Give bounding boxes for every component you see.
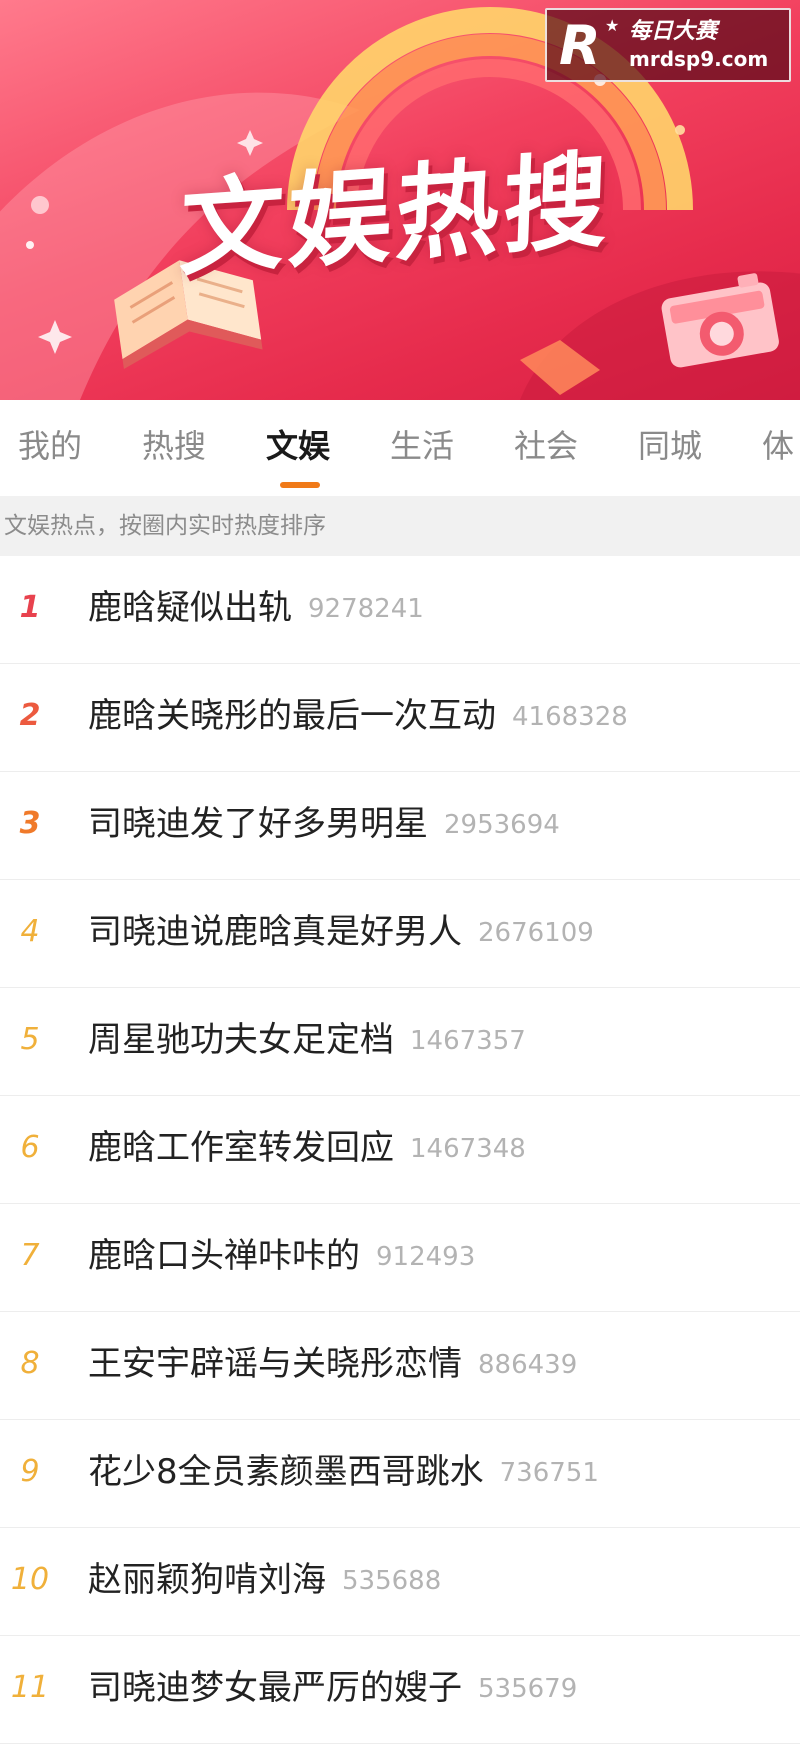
topic-text: 鹿晗工作室转发回应 1467348 bbox=[88, 1125, 526, 1172]
heat-count: 912493 bbox=[376, 1242, 476, 1272]
star-icon: ★ bbox=[605, 16, 620, 35]
topic-title: 司晓迪说鹿晗真是好男人 bbox=[88, 912, 462, 952]
list-item[interactable]: 9 花少8全员素颜墨西哥跳水 736751 bbox=[0, 1420, 800, 1528]
tab-society[interactable]: 社会 bbox=[514, 424, 578, 468]
topic-text: 王安宇辟谣与关晓彤恋情 886439 bbox=[88, 1341, 577, 1388]
topic-text: 花少8全员素颜墨西哥跳水 736751 bbox=[88, 1449, 599, 1496]
heat-count: 4168328 bbox=[512, 702, 628, 732]
ranking-hint: 文娱热点，按圈内实时热度排序 bbox=[4, 513, 326, 539]
watermark-url: mrdsp9.com bbox=[629, 47, 769, 71]
heat-count: 736751 bbox=[499, 1458, 599, 1488]
list-item[interactable]: 8 王安宇辟谣与关晓彤恋情 886439 bbox=[0, 1312, 800, 1420]
heat-count: 1467348 bbox=[410, 1134, 526, 1164]
rank-number: 6 bbox=[20, 1130, 40, 1165]
topic-title: 赵丽颖狗啃刘海 bbox=[88, 1560, 326, 1600]
topic-title: 鹿晗关晓彤的最后一次互动 bbox=[88, 696, 496, 736]
topic-text: 赵丽颖狗啃刘海 535688 bbox=[88, 1557, 441, 1604]
topic-text: 鹿晗口头禅咔咔的 912493 bbox=[88, 1233, 475, 1280]
topic-title: 周星驰功夫女足定档 bbox=[88, 1020, 394, 1060]
heat-count: 535679 bbox=[478, 1674, 578, 1704]
tab-hot-search[interactable]: 热搜 bbox=[142, 424, 206, 468]
topic-text: 司晓迪说鹿晗真是好男人 2676109 bbox=[88, 909, 594, 956]
topic-text: 鹿晗关晓彤的最后一次互动 4168328 bbox=[88, 693, 628, 740]
topic-text: 周星驰功夫女足定档 1467357 bbox=[88, 1017, 526, 1064]
heat-count: 1467357 bbox=[410, 1026, 526, 1056]
topic-title: 鹿晗口头禅咔咔的 bbox=[88, 1236, 360, 1276]
rank-number: 7 bbox=[20, 1238, 40, 1273]
list-item[interactable]: 6 鹿晗工作室转发回应 1467348 bbox=[0, 1096, 800, 1204]
heat-count: 535688 bbox=[342, 1566, 442, 1596]
heat-count: 886439 bbox=[478, 1350, 578, 1380]
list-item[interactable]: 4 司晓迪说鹿晗真是好男人 2676109 bbox=[0, 880, 800, 988]
list-item[interactable]: 7 鹿晗口头禅咔咔的 912493 bbox=[0, 1204, 800, 1312]
rank-number: 3 bbox=[19, 806, 41, 841]
heat-count: 2676109 bbox=[478, 918, 594, 948]
topic-title: 花少8全员素颜墨西哥跳水 bbox=[88, 1452, 484, 1492]
category-tabs: 我的 热搜 文娱 生活 社会 同城 体 bbox=[0, 400, 800, 496]
ranking-hint-bar: 文娱热点，按圈内实时热度排序 bbox=[0, 496, 800, 556]
tab-local[interactable]: 同城 bbox=[638, 424, 702, 468]
tab-mine[interactable]: 我的 bbox=[18, 424, 82, 468]
topic-title: 鹿晗工作室转发回应 bbox=[88, 1128, 394, 1168]
watermark-r-icon: R bbox=[559, 14, 601, 77]
list-item[interactable]: 11 司晓迪梦女最严厉的嫂子 535679 bbox=[0, 1636, 800, 1744]
rank-number: 1 bbox=[19, 590, 41, 625]
list-item[interactable]: 1 鹿晗疑似出轨 9278241 bbox=[0, 556, 800, 664]
rank-number: 11 bbox=[10, 1670, 50, 1705]
tab-entertainment[interactable]: 文娱 bbox=[266, 424, 330, 468]
rank-number: 5 bbox=[20, 1022, 40, 1057]
rank-number: 10 bbox=[10, 1562, 50, 1597]
list-item[interactable]: 10 赵丽颖狗啃刘海 535688 bbox=[0, 1528, 800, 1636]
topic-title: 鹿晗疑似出轨 bbox=[88, 588, 292, 628]
rank-number: 8 bbox=[20, 1346, 40, 1381]
heat-count: 9278241 bbox=[308, 594, 424, 624]
list-item[interactable]: 5 周星驰功夫女足定档 1467357 bbox=[0, 988, 800, 1096]
topic-title: 王安宇辟谣与关晓彤恋情 bbox=[88, 1344, 462, 1384]
active-tab-indicator bbox=[280, 482, 320, 488]
rank-number: 9 bbox=[20, 1454, 40, 1489]
topic-title: 司晓迪梦女最严厉的嫂子 bbox=[88, 1668, 462, 1708]
topic-title: 司晓迪发了好多男明星 bbox=[88, 804, 428, 844]
rank-number: 4 bbox=[20, 914, 40, 949]
list-item[interactable]: 3 司晓迪发了好多男明星 2953694 bbox=[0, 772, 800, 880]
topic-text: 司晓迪发了好多男明星 2953694 bbox=[88, 801, 560, 848]
list-item[interactable]: 2 鹿晗关晓彤的最后一次互动 4168328 bbox=[0, 664, 800, 772]
rank-number: 2 bbox=[19, 698, 41, 733]
topic-text: 司晓迪梦女最严厉的嫂子 535679 bbox=[88, 1665, 577, 1712]
tab-life[interactable]: 生活 bbox=[390, 424, 454, 468]
hot-search-list: 1 鹿晗疑似出轨 9278241 2 鹿晗关晓彤的最后一次互动 4168328 3 … bbox=[0, 556, 800, 1744]
topic-text: 鹿晗疑似出轨 9278241 bbox=[88, 585, 424, 632]
watermark-logo: R ★ 每日大赛 mrdsp9.com bbox=[545, 8, 791, 82]
watermark-name: 每日大赛 bbox=[629, 19, 718, 44]
heat-count: 2953694 bbox=[444, 810, 560, 840]
tab-sports[interactable]: 体 bbox=[762, 424, 794, 468]
